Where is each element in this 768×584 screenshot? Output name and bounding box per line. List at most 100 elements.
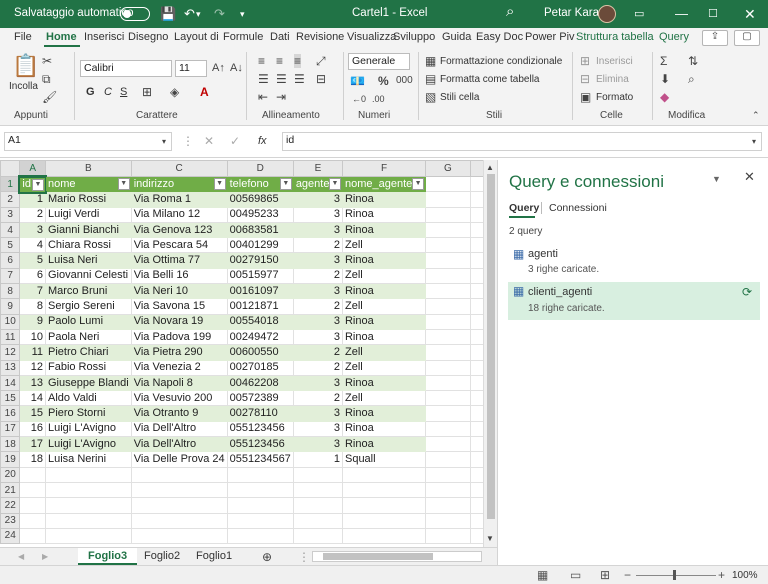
table-cell[interactable]: Luigi Verdi (44, 206, 132, 223)
avatar[interactable] (598, 5, 616, 23)
conditional-format-icon[interactable]: ▦ (425, 54, 436, 68)
next-sheet-icon[interactable]: ▶ (42, 550, 48, 564)
cell[interactable] (341, 527, 427, 545)
pane-options-icon[interactable]: ▼ (712, 172, 721, 186)
bold-button[interactable]: G (86, 86, 95, 98)
cell[interactable] (226, 466, 294, 483)
tab-file[interactable]: File (14, 31, 32, 43)
close-pane-icon[interactable]: ✕ (744, 170, 755, 184)
cell[interactable] (44, 466, 132, 483)
table-cell[interactable]: 7 (19, 283, 46, 300)
h-scroll-thumb[interactable] (323, 553, 433, 560)
zoom-thumb[interactable] (673, 570, 676, 580)
cell[interactable] (44, 481, 132, 499)
row-header[interactable]: 13 (0, 359, 21, 376)
table-cell[interactable]: Zell (341, 267, 427, 285)
row-header[interactable]: 6 (0, 252, 21, 269)
enter-icon[interactable]: ✓ (230, 134, 240, 148)
italic-button[interactable]: C (104, 86, 112, 98)
comments-icon[interactable]: ▢ (734, 30, 760, 46)
table-cell[interactable]: Piero Storni (44, 405, 132, 422)
cell[interactable] (130, 497, 228, 514)
increase-decimal-icon[interactable]: ←0 (352, 92, 366, 106)
cell[interactable] (130, 481, 228, 499)
table-cell[interactable]: 10 (19, 328, 46, 346)
table-cell[interactable]: Gianni Bianchi (44, 221, 132, 239)
column-header[interactable]: B (44, 160, 132, 177)
table-cell[interactable]: 3 (292, 420, 343, 438)
cell[interactable] (130, 512, 228, 529)
cell[interactable] (292, 481, 343, 499)
table-cell[interactable]: 1 (292, 451, 343, 468)
table-cell[interactable]: 00401299 (226, 237, 294, 254)
cell[interactable] (130, 466, 228, 483)
table-cell[interactable]: Via Genova 123 (130, 221, 228, 239)
column-header[interactable]: A (19, 160, 46, 178)
cell[interactable] (226, 527, 294, 545)
save-icon[interactable]: 💾 (160, 6, 176, 22)
scroll-down-icon[interactable]: ▼ (486, 532, 494, 546)
table-cell[interactable]: Rinoa (341, 420, 427, 438)
table-header-cell[interactable]: nome_agente ▼ (341, 175, 427, 193)
row-header[interactable]: 8 (0, 283, 21, 300)
table-cell[interactable]: Via Pietra 290 (130, 344, 228, 361)
cut-icon[interactable]: ✂ (42, 54, 52, 68)
tab-guida[interactable]: Guida (442, 31, 471, 43)
cell-styles-icon[interactable]: ▧ (425, 90, 436, 104)
close-icon[interactable]: ✕ (744, 6, 756, 22)
maximize-icon[interactable]: ☐ (708, 6, 718, 22)
table-cell[interactable]: Via Savona 15 (130, 298, 228, 315)
merge-icon[interactable]: ⊟ (316, 72, 326, 86)
cell[interactable] (425, 237, 471, 254)
row-header[interactable]: 23 (0, 512, 21, 529)
cell[interactable] (425, 481, 471, 499)
table-header-cell[interactable]: id ▼ (17, 174, 48, 194)
table-cell[interactable]: 3 (292, 374, 343, 392)
table-header-cell[interactable]: telefono ▼ (226, 175, 294, 193)
indent-increase-icon[interactable]: ⇥ (276, 90, 286, 104)
table-cell[interactable]: 00121871 (226, 298, 294, 315)
cell[interactable] (425, 267, 471, 285)
table-cell[interactable]: 12 (19, 359, 46, 376)
worksheet-grid[interactable]: A B C D E F G 1 id ▼ nome ▼ indirizzo ▼ telefono ▼ agent… (0, 160, 497, 547)
table-cell[interactable]: 3 (292, 405, 343, 422)
name-box-dropdown-icon[interactable]: ▾ (162, 135, 166, 149)
insert-cells-button[interactable]: Inserisci (596, 56, 633, 67)
sort-filter-icon[interactable]: ⇅ (688, 54, 698, 68)
row-header[interactable]: 18 (0, 436, 21, 453)
page-layout-icon[interactable]: ▭ (570, 568, 581, 582)
table-cell[interactable]: Luigi L'Avigno (44, 436, 132, 453)
table-cell[interactable]: 00495233 (226, 206, 294, 223)
table-cell[interactable]: 2 (292, 298, 343, 315)
cell[interactable] (425, 175, 471, 193)
align-top-icon[interactable]: ≡ (258, 54, 265, 68)
table-cell[interactable]: 1 (19, 191, 46, 208)
table-cell[interactable]: Rinoa (341, 328, 427, 346)
cell[interactable] (44, 527, 132, 545)
undo-dropdown-icon[interactable]: ▾ (196, 6, 201, 22)
row-header[interactable]: 12 (0, 344, 21, 361)
row-header[interactable]: 24 (0, 527, 21, 545)
percent-icon[interactable]: % (378, 74, 389, 88)
zoom-in-icon[interactable]: + (718, 568, 725, 582)
table-cell[interactable]: Giuseppe Blandi (44, 374, 132, 392)
expand-formula-icon[interactable]: ▾ (752, 135, 756, 149)
formula-input[interactable]: id (282, 132, 762, 151)
grow-font-icon[interactable]: A↑ (212, 61, 225, 75)
fill-icon[interactable]: ⬇ (660, 72, 670, 86)
indent-decrease-icon[interactable]: ⇤ (258, 90, 268, 104)
column-header[interactable]: D (226, 160, 294, 177)
table-header-cell[interactable]: nome ▼ (44, 175, 132, 193)
table-cell[interactable]: 00569865 (226, 191, 294, 208)
format-cells-button[interactable]: Formato (596, 92, 633, 103)
copy-icon[interactable]: ⧉ (42, 72, 51, 86)
table-cell[interactable]: 3 (292, 436, 343, 453)
cell[interactable] (226, 481, 294, 499)
column-header[interactable]: G (425, 160, 471, 177)
borders-icon[interactable]: ⊞ (142, 85, 152, 99)
table-cell[interactable]: Paolo Lumi (44, 313, 132, 330)
delete-cells-button[interactable]: Elimina (596, 74, 629, 85)
cell[interactable] (425, 420, 471, 438)
tab-split-icon[interactable]: ⋮ (298, 550, 310, 564)
row-header[interactable]: 11 (0, 328, 21, 346)
